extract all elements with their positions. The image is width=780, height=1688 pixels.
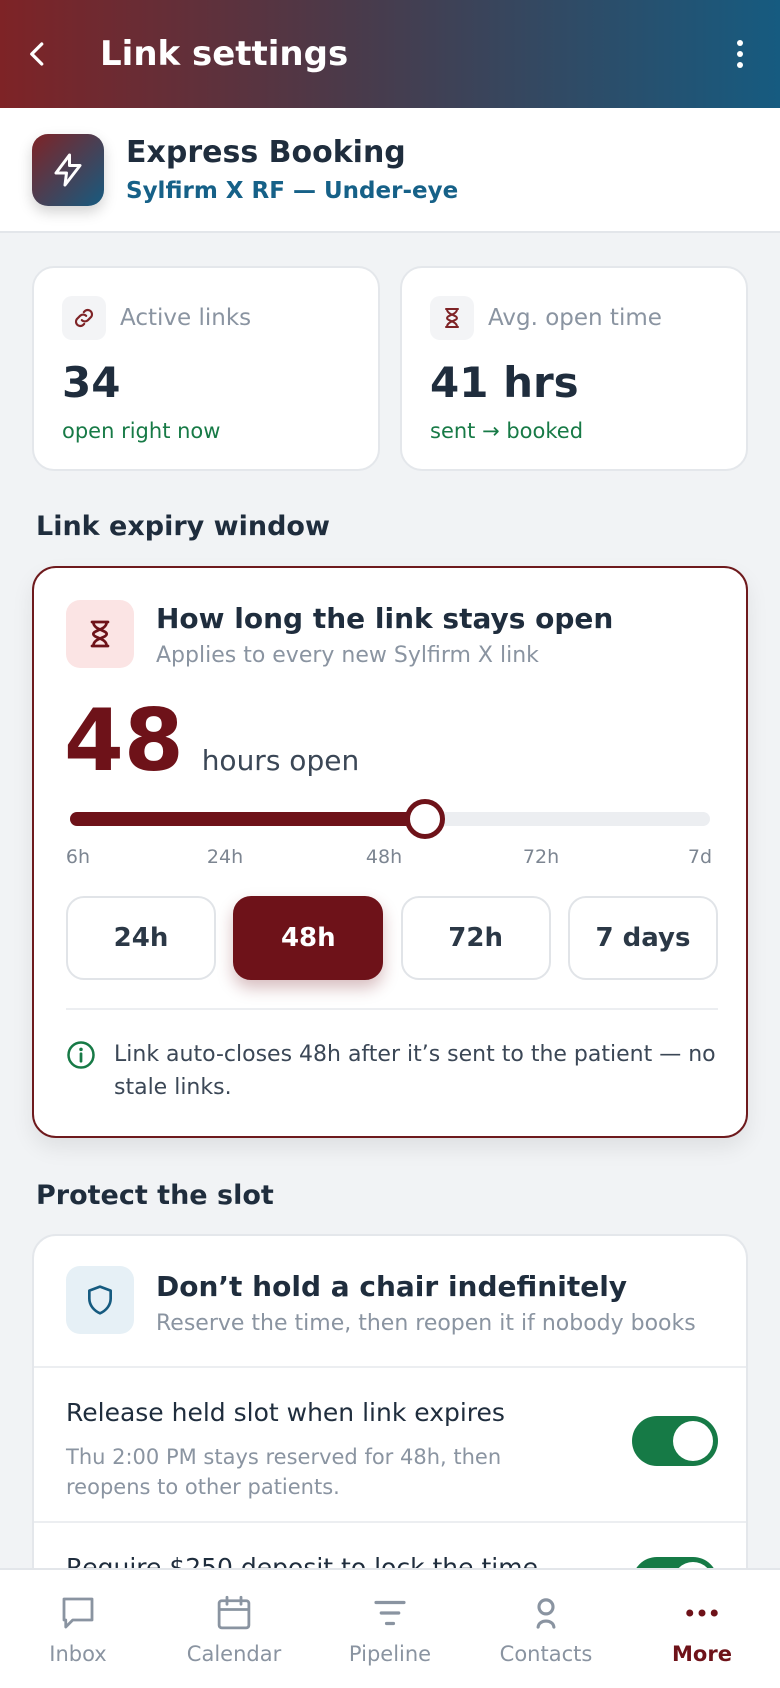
booking-context-header: Express Booking Sylfirm X RF — Under-eye — [0, 108, 780, 233]
slider-ticks: 6h 24h 48h 72h 7d — [66, 846, 750, 876]
more-vertical-icon — [737, 40, 743, 68]
booking-name: Express Booking — [126, 135, 406, 170]
slider-tick: 6h — [65, 846, 91, 868]
tab-label: Contacts — [499, 1642, 593, 1666]
setting-title: Release held slot when link expires — [66, 1398, 505, 1427]
slider-tick: 24h — [206, 846, 244, 868]
stat-card-avg-open-time: Avg. open time 41 hrs sent → booked — [400, 266, 748, 471]
person-icon — [536, 1598, 556, 1629]
expiry-card-title: How long the link stays open — [156, 602, 614, 635]
slider-tick: 48h — [365, 846, 403, 868]
protect-card-subtitle: Reserve the time, then reopen it if nobo… — [156, 1311, 696, 1336]
stat-value: 34 — [62, 358, 121, 407]
tab-calendar[interactable]: Calendar — [156, 1570, 312, 1688]
info-text: Link auto-closes 48h after it’s sent to … — [114, 1042, 716, 1100]
option-chip-72h[interactable]: 72h — [400, 896, 551, 980]
chat-icon — [62, 1597, 94, 1629]
tab-inbox[interactable]: Inbox — [0, 1570, 156, 1688]
option-chip-48h[interactable]: 48h — [233, 896, 384, 980]
stat-note: sent → booked — [430, 419, 584, 443]
calendar-icon — [217, 1595, 251, 1630]
setting-description: Thu 2:00 PM stays reserved for 48h, then… — [66, 1445, 502, 1500]
stat-label: Active links — [120, 305, 252, 331]
section-title-expiry: Link expiry window — [36, 511, 330, 542]
hourglass-icon — [66, 600, 134, 668]
setting-row-release-slot[interactable]: Release held slot when link expires Thu … — [34, 1366, 746, 1521]
tab-pipeline[interactable]: Pipeline — [312, 1570, 468, 1688]
stat-label: Avg. open time — [488, 305, 662, 331]
divider — [66, 1008, 718, 1010]
stat-note: open right now — [62, 419, 221, 443]
lightning-icon — [54, 153, 82, 186]
back-button[interactable] — [0, 0, 76, 108]
page-title: Link settings — [100, 34, 349, 74]
chevron-left-icon — [30, 42, 44, 66]
booking-subtitle: Sylfirm X RF — Under-eye — [126, 178, 459, 204]
expiry-slider[interactable] — [70, 799, 710, 839]
link-icon — [62, 296, 106, 340]
hourglass-icon — [430, 296, 474, 340]
expiry-hours-unit: hours open — [201, 744, 360, 777]
filter-icon — [374, 1600, 406, 1626]
app-bar: Link settings — [0, 0, 780, 108]
tab-label: More — [672, 1642, 732, 1666]
tab-more[interactable]: More — [624, 1570, 780, 1688]
option-chip-24h[interactable]: 24h — [66, 896, 216, 980]
tab-label: Calendar — [186, 1642, 282, 1666]
slider-fill — [70, 812, 426, 826]
more-dots-icon — [686, 1609, 718, 1617]
option-chip-7-days[interactable]: 7 days — [567, 896, 718, 980]
shield-icon — [66, 1266, 134, 1334]
booking-badge — [32, 133, 104, 206]
stat-card-active-links: Active links 34 open right now — [32, 266, 380, 471]
tab-label: Pipeline — [348, 1642, 432, 1666]
protect-slot-card: Don’t hold a chair indefinitely Reserve … — [32, 1234, 748, 1614]
overflow-menu-button[interactable] — [700, 0, 780, 108]
expiry-hours-value: 48 — [64, 691, 184, 791]
toggle-knob — [673, 1421, 713, 1461]
expiry-card-subtitle: Applies to every new Sylfirm X link — [156, 643, 539, 668]
bottom-tab-bar: Inbox Calendar Pipeline Contacts More — [0, 1568, 780, 1688]
tab-label: Inbox — [49, 1642, 107, 1666]
expiry-option-chips: 24h 48h 72h 7 days — [66, 896, 718, 980]
section-title-protect: Protect the slot — [36, 1180, 274, 1211]
protect-card-title: Don’t hold a chair indefinitely — [156, 1270, 628, 1303]
slider-knob[interactable] — [405, 799, 446, 839]
info-icon — [67, 1041, 95, 1069]
expiry-info-note: Link auto-closes 48h after it’s sent to … — [66, 1038, 718, 1104]
release-slot-toggle[interactable] — [632, 1416, 718, 1466]
stat-value: 41 hrs — [430, 358, 579, 407]
tab-contacts[interactable]: Contacts — [468, 1570, 624, 1688]
slider-tick: 72h — [522, 846, 560, 868]
expiry-window-card: How long the link stays open Applies to … — [32, 566, 748, 1138]
slider-tick: 7d — [687, 846, 713, 868]
